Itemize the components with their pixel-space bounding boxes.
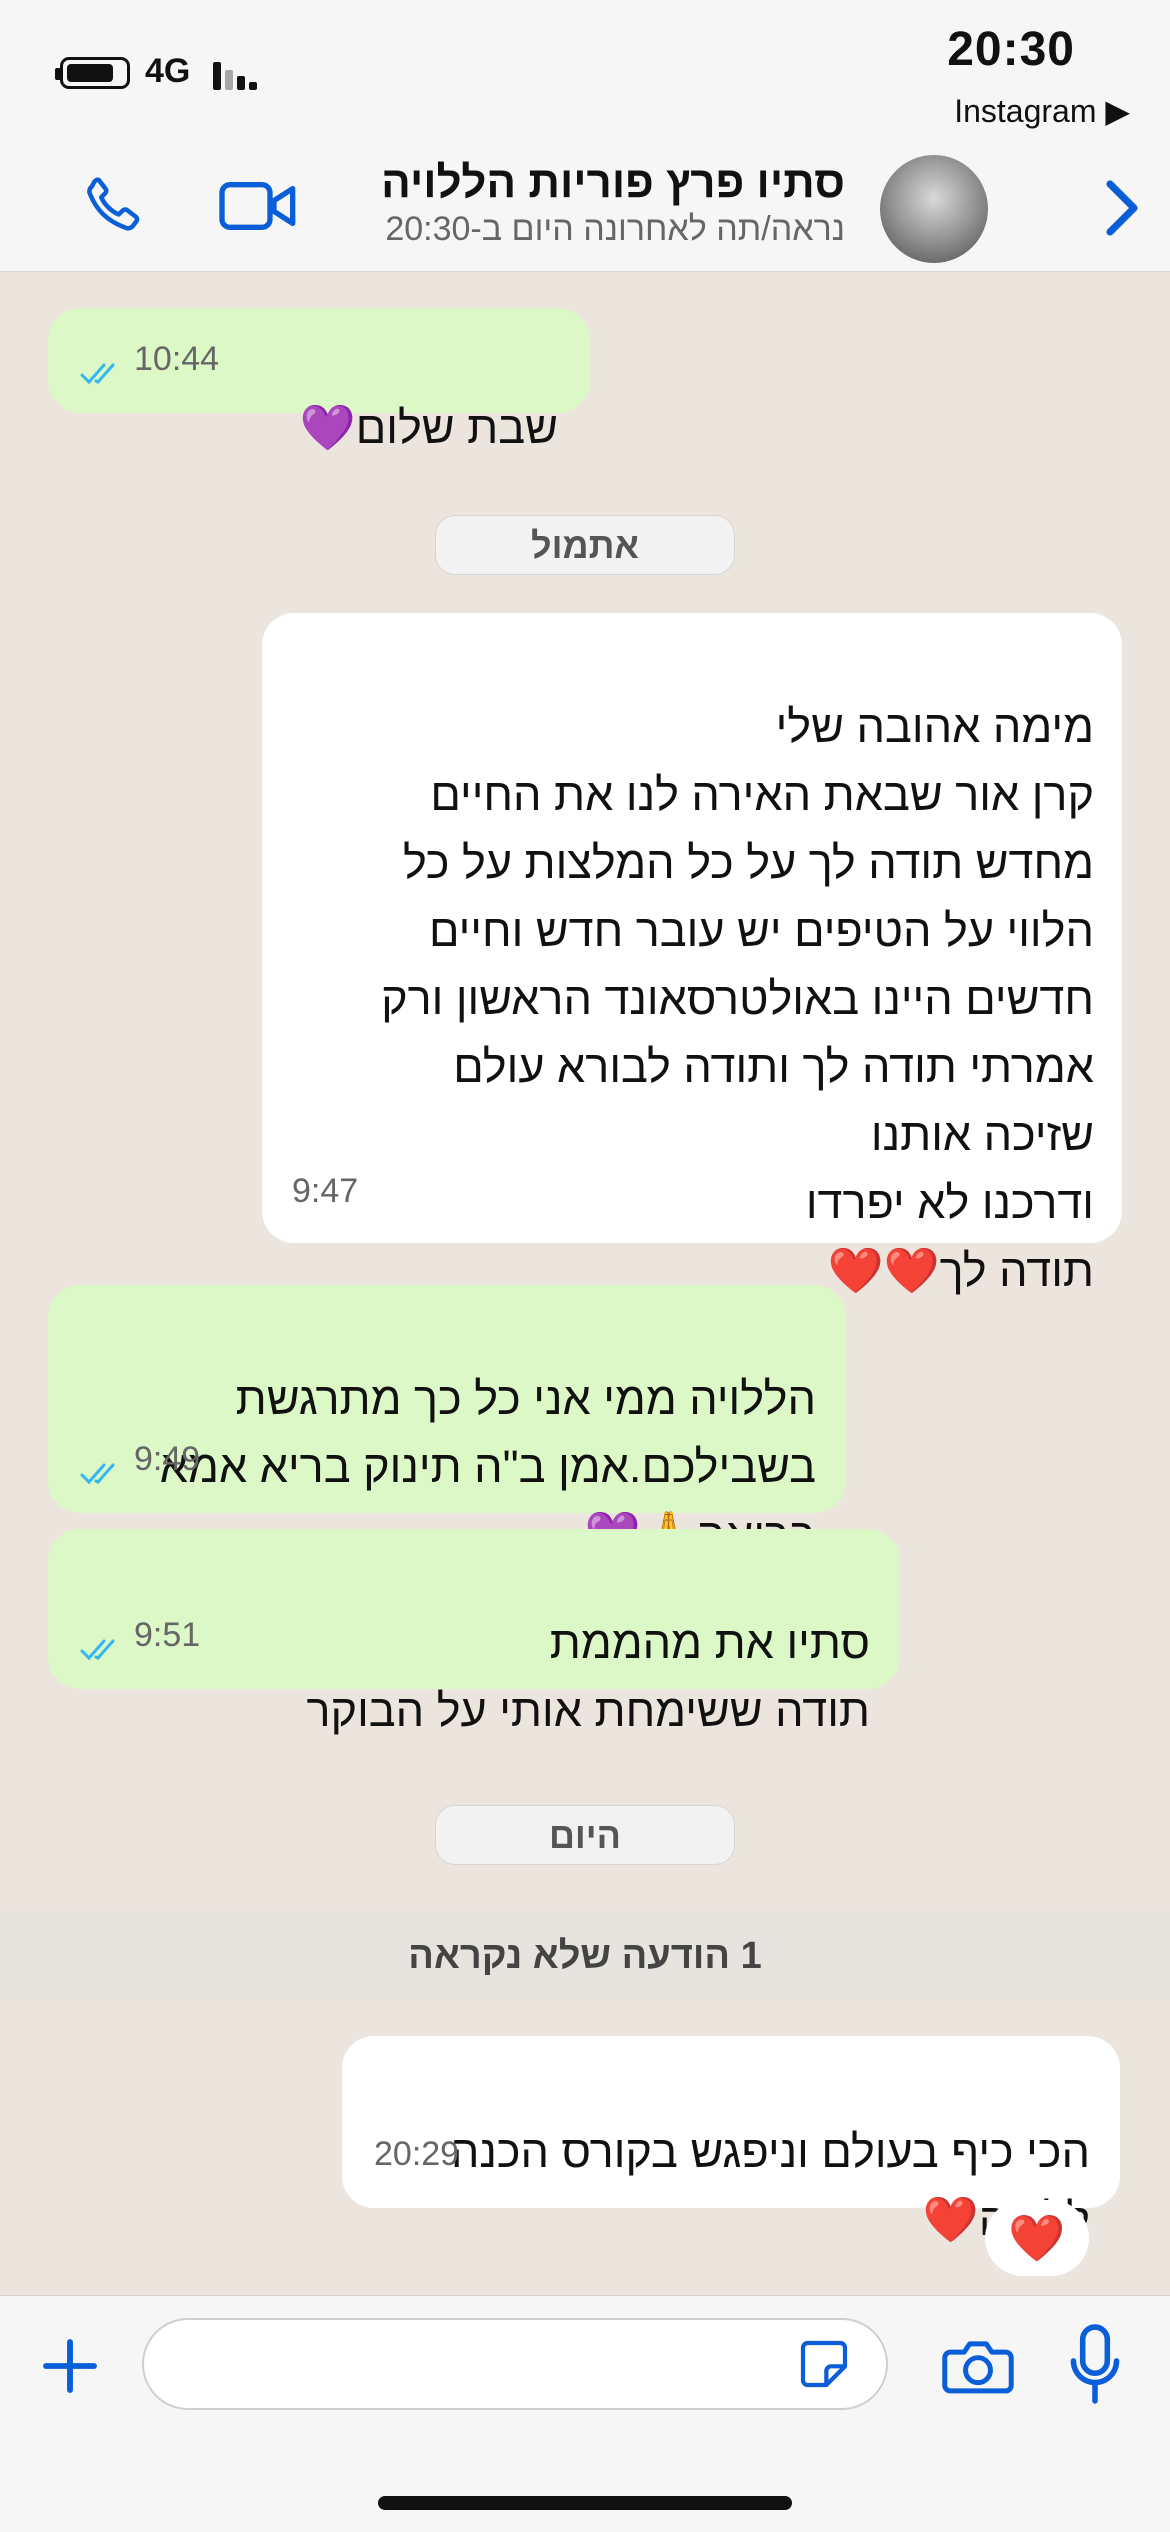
contact-name[interactable]: סתיו פרץ פוריות הללויה <box>381 158 845 208</box>
message-time: 20:29 <box>374 2135 460 2173</box>
read-receipt-icon <box>80 1463 115 1485</box>
microphone-icon[interactable] <box>1070 2324 1120 2404</box>
phone-call-icon[interactable] <box>80 170 148 238</box>
message-reaction[interactable]: ❤️ <box>985 2200 1089 2276</box>
message-text: מימה אהובה שלי קרן אור שבאת האירה לנו את… <box>381 701 1094 1296</box>
message-time: 9:47 <box>292 1172 359 1210</box>
message-input[interactable] <box>142 2318 888 2410</box>
clock: 20:30 <box>947 23 1075 76</box>
message-outgoing[interactable]: הללויה ממי אני כל כך מתרגשת בשבילכם.אמן … <box>48 1285 846 1560</box>
message-incoming[interactable]: הכי כיף בעולם וניפגש בקורס הכנה ללידה❤️ … <box>342 2036 1120 2245</box>
battery-icon <box>60 57 130 89</box>
back-to-app-link[interactable]: Instagram ▶ <box>954 92 1130 130</box>
message-time: 9:51 <box>134 1616 201 1654</box>
last-seen-status: נראה/תה לאחרונה היום ב-20:30 <box>385 210 845 248</box>
status-bar: 4G 20:30 Instagram ▶ <box>0 0 1170 140</box>
message-outgoing[interactable]: שבת שלום💜 10:44 <box>48 308 590 453</box>
date-divider: היום <box>435 1805 735 1865</box>
avatar[interactable] <box>880 155 988 263</box>
network-type: 4G <box>145 52 191 90</box>
signal-strength-icon <box>213 60 263 90</box>
date-divider: אתמול <box>435 515 735 575</box>
message-time: 9:49 <box>134 1440 201 1478</box>
message-text: סתיו את מהממת תודה ששימחת אותי על הבוקר <box>306 1617 871 1736</box>
message-time: 10:44 <box>134 340 220 378</box>
plus-icon[interactable] <box>38 2334 102 2398</box>
home-indicator <box>378 2496 792 2510</box>
unread-messages-banner: 1 הודעה שלא נקראה <box>0 1910 1170 2000</box>
chat-header: סתיו פרץ פוריות הללויה נראה/תה לאחרונה ה… <box>0 140 1170 272</box>
message-outgoing[interactable]: סתיו את מהממת תודה ששימחת אותי על הבוקר … <box>48 1529 900 1736</box>
back-chevron-icon[interactable] <box>1104 178 1140 238</box>
unread-count-text: 1 הודעה שלא נקראה <box>408 1935 762 1977</box>
compose-bar <box>0 2295 1170 2532</box>
sticker-icon[interactable] <box>796 2336 852 2392</box>
message-text: שבת שלום💜 <box>299 402 558 453</box>
message-incoming[interactable]: מימה אהובה שלי קרן אור שבאת האירה לנו את… <box>262 613 1122 1296</box>
camera-icon[interactable] <box>942 2334 1014 2398</box>
read-receipt-icon <box>80 363 115 385</box>
read-receipt-icon <box>80 1639 115 1661</box>
video-call-icon[interactable] <box>218 178 298 234</box>
